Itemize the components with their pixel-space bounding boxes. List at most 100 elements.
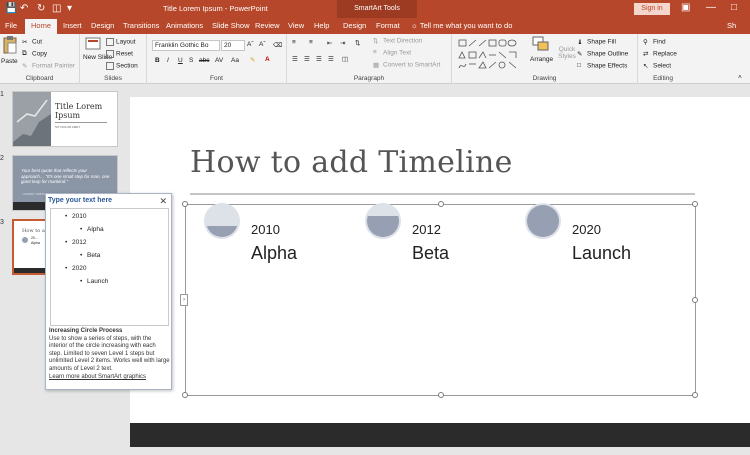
- close-icon[interactable]: ✕: [159, 196, 167, 207]
- shape-outline-button[interactable]: ✎ Shape Outline: [577, 50, 628, 58]
- character-spacing-button[interactable]: AV: [215, 57, 223, 64]
- text-direction-button[interactable]: ⇅ Text Direction: [373, 37, 422, 45]
- arrange-button[interactable]: [532, 36, 552, 56]
- tab-view[interactable]: View: [288, 21, 304, 30]
- tab-design[interactable]: Design: [91, 21, 114, 30]
- shapes-gallery-icon[interactable]: [457, 38, 527, 72]
- text-direction-icon: ⇅: [373, 38, 379, 45]
- text-pane-toggle[interactable]: ›: [180, 294, 188, 306]
- shrink-font-button[interactable]: Aˇ: [259, 41, 266, 48]
- new-slide-icon: [85, 37, 101, 50]
- tab-file[interactable]: File: [5, 21, 17, 30]
- clear-formatting-icon[interactable]: ⌫: [273, 41, 282, 49]
- text-pane-item[interactable]: 2012: [65, 239, 87, 246]
- copy-icon: ⧉: [22, 50, 27, 57]
- ribbon-display-icon[interactable]: ▣: [681, 2, 690, 14]
- minimize-icon[interactable]: —: [706, 2, 716, 14]
- select-button[interactable]: ↖ Select: [643, 62, 671, 70]
- align-text-button[interactable]: ≡ Align Text: [373, 49, 411, 57]
- maximize-icon[interactable]: □: [731, 2, 737, 14]
- grow-font-button[interactable]: Aˆ: [247, 41, 254, 48]
- text-pane-item[interactable]: 2020: [65, 265, 87, 272]
- italic-button[interactable]: I: [167, 57, 169, 64]
- slide-canvas[interactable]: How to add Timeline 2010 Alpha 2012 Beta…: [130, 97, 750, 447]
- font-name-combo[interactable]: Franklin Gothic Bo: [152, 40, 220, 51]
- font-color-icon[interactable]: A: [265, 56, 270, 63]
- quick-styles-button[interactable]: Quick Styles: [556, 46, 578, 60]
- bold-button[interactable]: B: [155, 57, 160, 64]
- resize-handle-sw[interactable]: [182, 392, 188, 398]
- paste-button[interactable]: [2, 36, 20, 58]
- tab-insert[interactable]: Insert: [63, 21, 82, 30]
- decrease-indent-icon[interactable]: ⇤: [327, 39, 332, 47]
- slide-thumbnail-1[interactable]: Title Lorem Ipsum SIT DOLOR AMET: [12, 91, 118, 147]
- section-button[interactable]: Section: [106, 62, 138, 70]
- resize-handle-s[interactable]: [438, 392, 444, 398]
- thumb-1-title: Title Lorem Ipsum: [55, 102, 103, 120]
- bullets-icon[interactable]: ≡: [292, 39, 296, 46]
- align-center-icon[interactable]: ☰: [304, 55, 310, 63]
- step-circle: [204, 203, 240, 239]
- change-case-button[interactable]: Aa: [231, 57, 239, 64]
- share-button[interactable]: Sh: [727, 21, 736, 30]
- format-painter-button[interactable]: ✎ Format Painter: [22, 62, 75, 70]
- numbering-icon[interactable]: ≡: [309, 39, 313, 46]
- redo-icon[interactable]: ↻: [37, 3, 45, 15]
- text-pane-list[interactable]: 2010 Alpha 2012 Beta 2020 Launch: [50, 208, 169, 326]
- thumb-number-3: 3: [0, 219, 4, 226]
- tab-help[interactable]: Help: [314, 21, 329, 30]
- strikethrough-button[interactable]: abc: [199, 57, 209, 64]
- copy-button[interactable]: ⧉ Copy: [22, 50, 47, 58]
- cut-button[interactable]: ✂ Cut: [22, 38, 42, 46]
- line-spacing-icon[interactable]: ⇅: [355, 39, 360, 47]
- shadow-button[interactable]: S: [189, 57, 193, 64]
- undo-icon[interactable]: ↶: [20, 3, 28, 15]
- underline-button[interactable]: U: [178, 57, 183, 64]
- align-right-icon[interactable]: ☰: [316, 55, 322, 63]
- start-slideshow-icon[interactable]: ◫: [52, 3, 61, 15]
- tab-slide-show[interactable]: Slide Show: [212, 21, 250, 30]
- resize-handle-n[interactable]: [438, 201, 444, 207]
- text-pane-item[interactable]: Beta: [80, 252, 101, 259]
- slides-group: New Slide Layout Reset Section Slides: [80, 34, 147, 84]
- slide-title[interactable]: How to add Timeline: [190, 145, 513, 180]
- tab-animations[interactable]: Animations: [166, 21, 203, 30]
- tab-home[interactable]: Home: [25, 19, 58, 34]
- replace-button[interactable]: ⇄ Replace: [643, 50, 677, 58]
- resize-handle-se[interactable]: [692, 392, 698, 398]
- thumb-1-rule: [55, 122, 107, 123]
- increase-indent-icon[interactable]: ⇥: [340, 39, 345, 47]
- collapse-ribbon-icon[interactable]: ˄: [738, 74, 742, 81]
- shape-effects-button[interactable]: □ Shape Effects: [577, 62, 627, 70]
- document-title: Title Lorem Ipsum - PowerPoint: [163, 4, 268, 13]
- justify-icon[interactable]: ☰: [328, 55, 334, 63]
- font-size-combo[interactable]: 20: [221, 40, 245, 51]
- text-pane-item[interactable]: Alpha: [80, 226, 103, 233]
- learn-more-link[interactable]: Learn more about SmartArt graphics: [49, 374, 170, 382]
- resize-handle-ne[interactable]: [692, 201, 698, 207]
- resize-handle-nw[interactable]: [182, 201, 188, 207]
- tab-smartart-design[interactable]: Design: [343, 21, 366, 30]
- align-left-icon[interactable]: ☰: [292, 55, 298, 63]
- tell-me-search[interactable]: ☼ Tell me what you want to do: [411, 21, 512, 30]
- highlight-icon[interactable]: ✎: [250, 56, 255, 64]
- tab-smartart-format[interactable]: Format: [376, 21, 400, 30]
- resize-handle-e[interactable]: [692, 297, 698, 303]
- new-slide-button[interactable]: [85, 36, 101, 54]
- drawing-group-label: Drawing: [532, 75, 557, 82]
- layout-button[interactable]: Layout: [106, 38, 136, 46]
- customize-toolbar-icon[interactable]: ▾: [67, 3, 72, 15]
- convert-smartart-button[interactable]: ▦ Convert to SmartArt: [373, 61, 440, 69]
- text-pane-item[interactable]: 2010: [65, 213, 87, 220]
- shape-fill-button[interactable]: ♝ Shape Fill: [577, 38, 616, 46]
- tab-transitions[interactable]: Transitions: [123, 21, 159, 30]
- slide-footer-bar: [130, 423, 750, 447]
- reset-button[interactable]: Reset: [106, 50, 133, 58]
- save-icon[interactable]: 💾: [5, 3, 17, 15]
- tab-review[interactable]: Review: [255, 21, 280, 30]
- find-button[interactable]: ⚲ Find: [643, 38, 666, 46]
- text-pane-item[interactable]: Launch: [80, 278, 108, 285]
- sign-in-button[interactable]: Sign in: [634, 3, 670, 15]
- smartart-frame[interactable]: 2010 Alpha 2012 Beta 2020 Launch: [182, 201, 698, 398]
- columns-icon[interactable]: ◫: [342, 55, 348, 63]
